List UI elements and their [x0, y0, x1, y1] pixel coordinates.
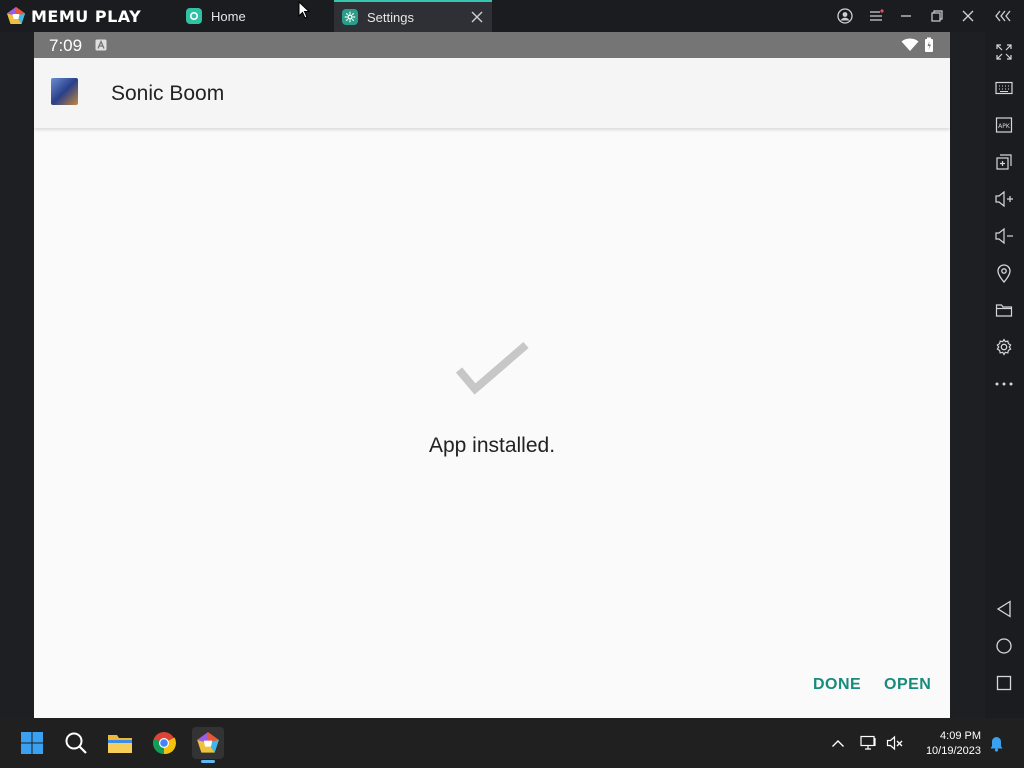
clock-date: 10/19/2023 [925, 745, 981, 757]
app-title: Sonic Boom [111, 82, 225, 105]
clock-time: 4:09 PM [940, 730, 981, 742]
keyboard-icon [995, 81, 1013, 95]
location-pin-icon [997, 264, 1011, 283]
multi-instance-button[interactable] [993, 151, 1015, 173]
emulator-sidebar: APK [985, 32, 1024, 718]
tab-label: Home [211, 8, 246, 24]
close-window-button[interactable] [953, 0, 983, 32]
search-icon [65, 732, 87, 754]
minimize-button[interactable] [891, 0, 921, 32]
chrome-button[interactable] [148, 727, 180, 759]
mouse-cursor-icon [298, 1, 310, 19]
shared-folder-button[interactable] [993, 299, 1015, 321]
gear-icon [996, 338, 1012, 356]
folder-icon [995, 304, 1013, 317]
android-back-button[interactable] [993, 598, 1015, 620]
battery-charging-icon [925, 37, 933, 52]
fullscreen-button[interactable] [993, 41, 1015, 63]
search-button[interactable] [60, 727, 92, 759]
chrome-icon [153, 732, 176, 755]
memu-icon [197, 732, 219, 753]
more-button[interactable] [993, 373, 1015, 395]
android-screen: 7:09 Sonic Boom App installed. DONE OPEN [34, 32, 950, 718]
android-recents-button[interactable] [993, 672, 1015, 694]
open-button[interactable]: OPEN [884, 676, 931, 694]
app-bar: Sonic Boom [34, 58, 950, 128]
recents-square-icon [996, 675, 1012, 691]
brand-name: MEMU PLAY [31, 6, 142, 26]
notification-a-icon [95, 39, 107, 51]
minimize-icon [901, 15, 911, 17]
close-tab-icon[interactable] [470, 10, 484, 24]
title-bar: MEMU PLAY Home Settings [0, 0, 1024, 32]
home-circle-icon [996, 638, 1012, 654]
system-clock[interactable]: 4:09 PM 10/19/2023 [926, 729, 981, 759]
sonic-boom-app-icon [51, 78, 78, 105]
settings-button[interactable] [993, 336, 1015, 358]
network-icon[interactable] [860, 735, 878, 751]
android-home-button[interactable] [993, 635, 1015, 657]
windows-taskbar: 4:09 PM 10/19/2023 [0, 718, 1024, 768]
restore-icon [931, 10, 943, 22]
memu-logo-icon [7, 7, 25, 24]
menu-button[interactable] [861, 0, 891, 32]
checkmark-icon [455, 341, 529, 395]
install-status-message: App installed. [428, 434, 556, 457]
tab-settings[interactable]: Settings [334, 0, 492, 32]
done-button[interactable]: DONE [813, 676, 861, 694]
memu-logo: MEMU PLAY [6, 6, 141, 26]
speaker-muted-icon[interactable] [886, 735, 904, 751]
windows-logo-icon [21, 732, 43, 754]
active-indicator [201, 760, 215, 763]
more-dots-icon [995, 382, 1013, 386]
close-icon [962, 10, 974, 22]
android-status-bar: 7:09 [34, 32, 950, 58]
user-icon [837, 8, 853, 24]
expand-icon [996, 44, 1012, 60]
svg-text:APK: APK [998, 123, 1011, 130]
status-clock: 7:09 [49, 36, 83, 55]
add-window-icon [996, 154, 1012, 170]
wifi-icon [901, 38, 919, 51]
start-button[interactable] [16, 727, 48, 759]
file-explorer-button[interactable] [104, 727, 136, 759]
install-apk-button[interactable]: APK [993, 114, 1015, 136]
volume-up-button[interactable] [993, 188, 1015, 210]
apk-icon: APK [995, 117, 1013, 133]
folder-icon [108, 735, 132, 753]
menu-icon [870, 9, 884, 21]
tab-label: Settings [367, 9, 414, 25]
account-button[interactable] [830, 0, 860, 32]
home-app-icon [186, 8, 202, 24]
keyboard-button[interactable] [993, 77, 1015, 99]
volume-down-button[interactable] [993, 225, 1015, 247]
settings-gear-icon [342, 9, 358, 25]
volume-down-icon [995, 227, 1013, 245]
collapse-sidebar-button[interactable] [988, 0, 1018, 32]
chevron-up-icon[interactable] [831, 739, 845, 748]
volume-up-icon [995, 190, 1013, 208]
notification-bell-icon[interactable] [989, 736, 1004, 752]
chevrons-left-icon [995, 10, 1011, 22]
restore-button[interactable] [922, 0, 952, 32]
back-triangle-icon [996, 600, 1011, 618]
location-button[interactable] [993, 262, 1015, 284]
memu-taskbar-button[interactable] [192, 727, 224, 763]
